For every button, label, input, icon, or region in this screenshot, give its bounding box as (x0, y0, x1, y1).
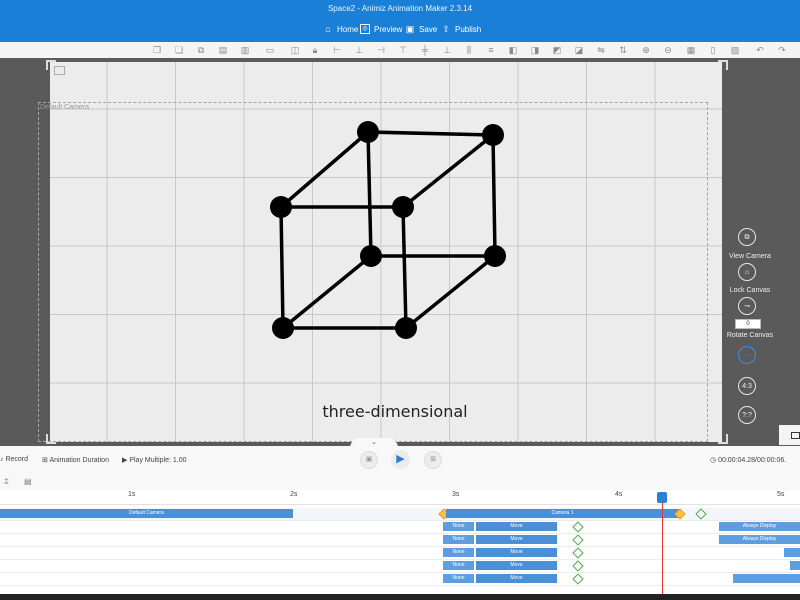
cube-vertex (482, 124, 504, 146)
display-bar[interactable]: Always Display (719, 535, 800, 544)
animation-duration-label: Animation Duration (49, 457, 109, 464)
display-bar[interactable] (790, 561, 800, 570)
cube-edge (366, 130, 495, 137)
cube-vertex (395, 317, 417, 339)
display-bar[interactable] (784, 548, 800, 557)
track-row[interactable]: None Move Always Display (0, 534, 800, 547)
track-row[interactable]: None Move Always Display (0, 521, 800, 534)
timeline-header: ⩲ ▤ (0, 474, 800, 491)
tick-label: 2s (290, 491, 298, 498)
screen-icon (791, 432, 800, 439)
animation-duration-button[interactable]: ⊞ Animation Duration (42, 456, 109, 464)
next-frame-icon: ⊠ (430, 456, 436, 463)
keyframe-marker[interactable] (572, 573, 584, 585)
enter-effect-bar[interactable]: None (443, 574, 474, 583)
keyframe-marker[interactable] (572, 521, 584, 533)
cube-edge (491, 133, 497, 258)
time-ruler[interactable]: 1s 2s 3s 4s 5s (0, 490, 800, 505)
screen-toggle[interactable] (779, 425, 800, 445)
record-label: Record (5, 456, 29, 463)
default-camera-bar[interactable]: Default Camera (0, 509, 293, 518)
playhead-handle[interactable] (657, 492, 667, 503)
lock-canvas-button[interactable]: ⌂ (738, 263, 756, 281)
cube-vertex (270, 196, 292, 218)
display-bar[interactable]: Always Display (719, 522, 800, 531)
add-track-icon[interactable]: ⩲ (4, 477, 9, 487)
playhead-line[interactable] (662, 494, 663, 594)
tick-label: 3s (452, 491, 460, 498)
move-effect-bar[interactable]: Move (476, 535, 557, 544)
move-effect-bar[interactable]: Move (476, 561, 557, 570)
view-camera-label: View Camera (729, 253, 771, 260)
cube-edge (401, 133, 495, 209)
stop-icon: ▣ (365, 456, 373, 463)
track-row[interactable]: None Move (0, 573, 800, 586)
clock-icon: ◷ (710, 457, 719, 464)
lock-canvas-label: Lock Canvas (729, 287, 771, 294)
track-row[interactable]: None Move (0, 547, 800, 560)
keyframe-marker[interactable] (695, 508, 707, 520)
timeline-tracks: Default Camera Camera 1 None Move Always… (0, 505, 800, 594)
rotate-icon: ⊸ (744, 303, 750, 310)
record-button[interactable]: ♪ Record (0, 456, 28, 463)
tick-label: 5s (777, 491, 785, 498)
cube-edge (366, 130, 373, 258)
enter-effect-bar[interactable]: None (443, 522, 474, 531)
cube-vertex (357, 121, 379, 143)
stop-button[interactable]: ▣ (360, 451, 378, 469)
enter-effect-bar[interactable]: None (443, 561, 474, 570)
time-value: 00:00:04.28/00:00:06. (718, 457, 787, 464)
camera1-bar[interactable]: Camera 1 (446, 509, 679, 518)
cube-vertex (392, 196, 414, 218)
move-effect-bar[interactable]: Move (476, 574, 557, 583)
cube-edge (401, 205, 408, 330)
rotate-canvas-label: Rotate Canvas (726, 332, 774, 339)
ratio-169-icon: ··· (743, 352, 751, 359)
tick-label: 4s (615, 491, 623, 498)
play-multiple-label: Play Multiple: 1.00 (129, 457, 187, 464)
cube-vertex (272, 317, 294, 339)
play-multiple-button[interactable]: ▶ Play Multiple: 1.00 (122, 456, 187, 464)
next-frame-button[interactable]: ⊠ (424, 451, 442, 469)
rotate-canvas-button[interactable]: ⊸ (738, 297, 756, 315)
enter-effect-bar[interactable]: None (443, 535, 474, 544)
display-bar[interactable] (733, 574, 800, 583)
play-button[interactable]: ▶ (391, 450, 410, 469)
cube-edge (404, 254, 497, 330)
track-settings-icon[interactable]: ▤ (24, 477, 32, 486)
keyframe-marker[interactable] (572, 534, 584, 546)
chevron-down-icon: ⌄ (371, 439, 377, 446)
time-display: ◷ 00:00:04.28/00:00:06. (710, 456, 786, 464)
camera-track[interactable]: Default Camera Camera 1 (0, 508, 800, 521)
bottom-edge (0, 594, 800, 600)
track-row[interactable]: None Move (0, 560, 800, 573)
enter-effect-bar[interactable]: None (443, 548, 474, 557)
right-panel: ⧉ View Camera ⌂ Lock Canvas ⊸ 0 Rotate C… (726, 215, 773, 445)
play-icon: ▶ (396, 453, 405, 465)
ratio-169-button[interactable]: ··· (738, 346, 756, 364)
view-camera-button[interactable]: ⧉ (738, 228, 756, 246)
cube-edge (279, 130, 370, 209)
cube-edge (279, 205, 285, 330)
cube-vertex (360, 245, 382, 267)
cube-vertex (484, 245, 506, 267)
caption-text[interactable]: three-dimensional (0, 402, 790, 421)
ratio-43-button[interactable]: 4:3 (738, 377, 756, 395)
keyframe-marker[interactable] (572, 560, 584, 572)
cube-edge (281, 254, 373, 330)
view-camera-icon: ⧉ (744, 234, 750, 241)
rotate-value-field[interactable]: 0 (735, 319, 761, 329)
move-effect-bar[interactable]: Move (476, 522, 557, 531)
move-effect-bar[interactable]: Move (476, 548, 557, 557)
ratio-custom-button[interactable]: ?:? (738, 406, 756, 424)
keyframe-marker[interactable] (572, 547, 584, 559)
tick-label: 1s (128, 491, 136, 498)
timeline-controls: ♪ Record ⊞ Animation Duration ▶ Play Mul… (0, 446, 800, 474)
lock-canvas-icon: ⌂ (744, 269, 750, 276)
